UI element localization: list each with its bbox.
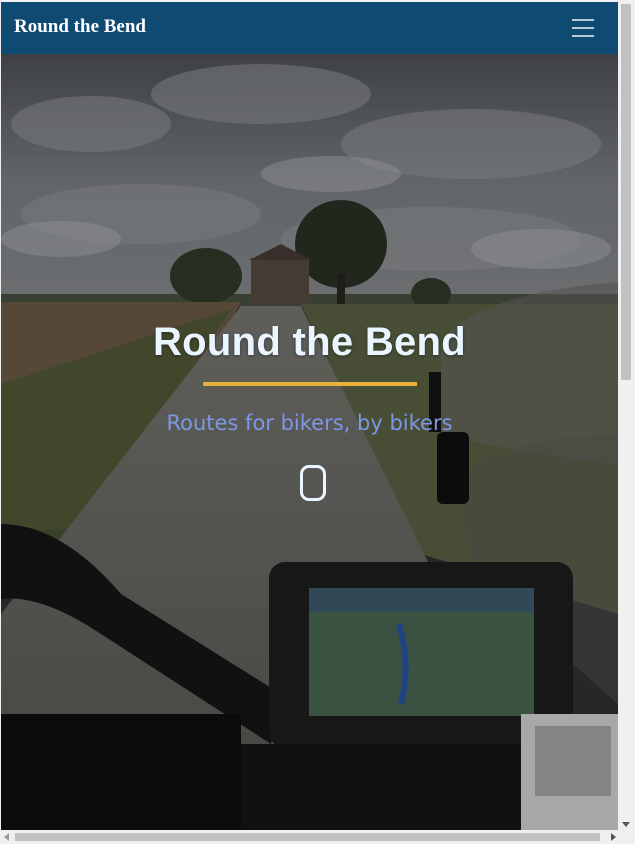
hero-subtitle: Routes for bikers, by bikers <box>166 411 453 435</box>
navbar: Round the Bend <box>1 2 618 54</box>
hero-background-image <box>1 54 618 830</box>
horizontal-scrollbar[interactable] <box>1 830 619 844</box>
scroll-right-arrow-icon[interactable] <box>611 833 616 841</box>
brand-link[interactable]: Round the Bend <box>14 16 146 38</box>
scroll-down-arrow-icon[interactable] <box>622 822 630 827</box>
hero-title: Round the Bend <box>152 320 467 364</box>
horizontal-scroll-thumb[interactable] <box>15 833 600 841</box>
vertical-scrollbar[interactable] <box>619 2 634 830</box>
title-underline <box>203 382 417 386</box>
mouse-scroll-icon[interactable] <box>300 465 326 501</box>
browser-viewport: Round the Bend Round the Bend Routes for… <box>1 2 618 830</box>
scroll-left-arrow-icon[interactable] <box>4 833 9 841</box>
vertical-scroll-thumb[interactable] <box>621 4 631 380</box>
hero-section: Round the Bend Routes for bikers, by bik… <box>1 54 618 830</box>
hamburger-menu-icon[interactable] <box>572 19 594 37</box>
